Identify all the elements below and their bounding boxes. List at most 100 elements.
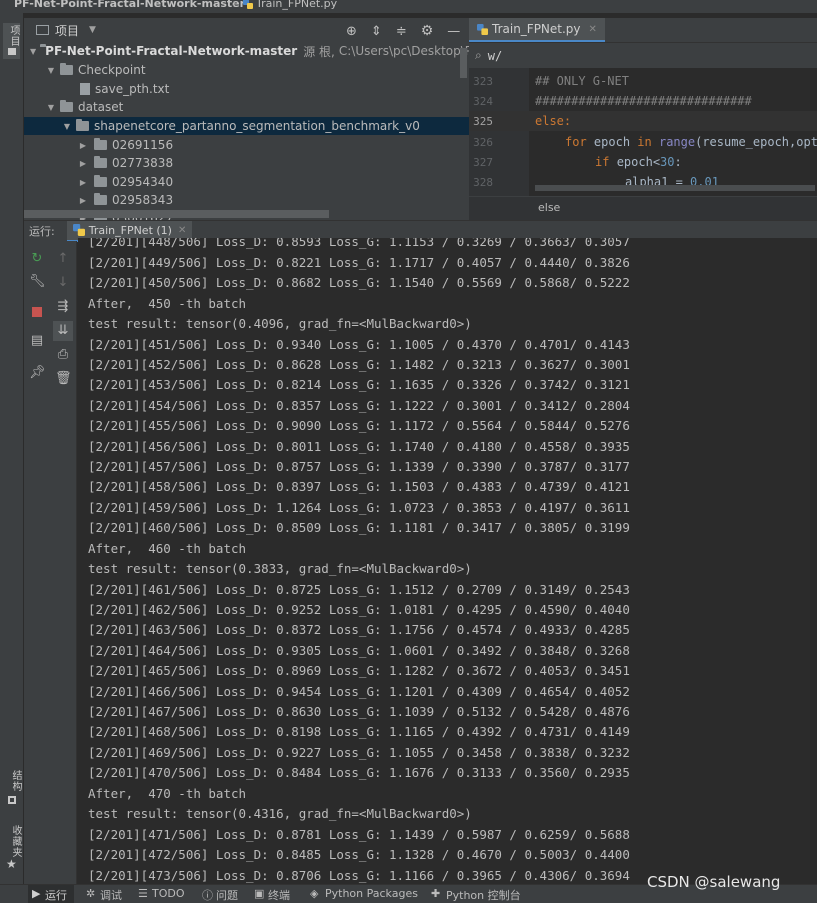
tree-item-checkpoint[interactable]: ▼ Checkpoint — [24, 61, 469, 79]
console-output[interactable]: [2/201][448/506] Loss_D: 0.8593 Loss_G: … — [78, 238, 817, 884]
code-keyword: if — [595, 155, 610, 169]
code-operator: < — [652, 155, 661, 169]
console-line: [2/201][460/506] Loss_D: 0.8509 Loss_G: … — [88, 520, 630, 535]
chevron-down-icon[interactable]: ▼ — [30, 47, 36, 56]
code-line-326[interactable]: 326 for epoch in range(resume_epoch,opt — [469, 132, 817, 152]
title-separator: › — [232, 0, 237, 10]
console-line: After, 450 -th batch — [88, 296, 247, 311]
horizontal-scrollbar[interactable] — [24, 210, 329, 218]
vertical-scrollbar[interactable] — [460, 48, 467, 78]
packages-icon: ◈ — [310, 887, 319, 900]
tree-item-02773838[interactable]: ▶ 02773838 — [24, 154, 469, 172]
editor-scrollbar[interactable] — [535, 185, 815, 191]
tree-item-label: dataset — [78, 100, 124, 114]
code-keyword: for — [565, 135, 587, 149]
favorites-tool-tab[interactable]: 收藏夹 ★ — [3, 823, 21, 873]
python-console-icon: ✚ — [431, 887, 441, 900]
console-line: [2/201][467/506] Loss_D: 0.8630 Loss_G: … — [88, 704, 630, 719]
console-line: [2/201][448/506] Loss_D: 0.8593 Loss_G: … — [88, 238, 630, 249]
tree-item-label: 02958343 — [112, 193, 174, 207]
console-line: [2/201][470/506] Loss_D: 0.8484 Loss_G: … — [88, 765, 630, 780]
editor-tab[interactable]: Train_FPNet.py ✕ — [469, 18, 605, 42]
console-line: [2/201][459/506] Loss_D: 1.1264 Loss_G: … — [88, 500, 630, 515]
tree-item-02691156[interactable]: ▶ 02691156 — [24, 136, 469, 154]
chevron-down-icon[interactable]: ▼ — [89, 25, 96, 35]
todo-tool-tab[interactable]: TODO — [152, 887, 185, 900]
star-icon: ★ — [6, 857, 17, 871]
debug-tool-tab[interactable]: 调试 — [100, 887, 122, 903]
tree-item-dataset[interactable]: ▼ dataset — [24, 98, 469, 116]
code-line-325[interactable]: 325 else: — [469, 111, 817, 131]
layout-icon[interactable]: ▤ — [29, 333, 45, 349]
project-tool-tab[interactable]: 项目 — [3, 23, 20, 59]
code-line-324[interactable]: 324 ############################## — [469, 91, 817, 111]
chevron-down-icon[interactable]: ▼ — [46, 66, 56, 75]
console-line: [2/201][461/506] Loss_D: 0.8725 Loss_G: … — [88, 582, 630, 597]
chevron-down-icon[interactable]: ▼ — [62, 122, 72, 131]
search-input[interactable]: w/ — [488, 49, 502, 63]
expand-all-icon[interactable]: ⇕ — [371, 24, 382, 39]
console-line: test result: tensor(0.4096, grad_fn=<Mul… — [88, 316, 472, 331]
editor-breadcrumb[interactable]: else — [538, 201, 560, 214]
title-project[interactable]: PF-Net-Point-Fractal-Network-master — [14, 0, 245, 10]
stop-icon[interactable] — [29, 304, 45, 320]
code-colon: : — [674, 155, 682, 169]
wrench-icon[interactable]: 🔧︎ — [29, 274, 46, 290]
tree-item-save-pth[interactable]: save_pth.txt — [24, 80, 469, 98]
chevron-right-icon[interactable]: ▶ — [78, 141, 88, 150]
down-arrow-icon[interactable]: ↓ — [55, 275, 71, 291]
chevron-right-icon[interactable]: ▶ — [78, 159, 88, 168]
close-icon[interactable]: ✕ — [589, 24, 597, 35]
code-number: 30 — [660, 155, 675, 169]
tree-item-label: Checkpoint — [78, 63, 146, 77]
tree-item-label: 02954340 — [112, 175, 174, 189]
console-line: [2/201][472/506] Loss_D: 0.8485 Loss_G: … — [88, 847, 630, 862]
line-number: 323 — [473, 74, 493, 88]
chevron-right-icon[interactable]: ▶ — [78, 196, 88, 205]
locate-icon[interactable]: ⊕ — [346, 24, 357, 39]
rerun-icon[interactable]: ↻ — [29, 251, 45, 267]
hide-icon[interactable]: — — [447, 24, 460, 39]
terminal-tool-tab[interactable]: 终端 — [268, 887, 290, 903]
soft-wrap-icon[interactable]: ⇶ — [55, 299, 71, 315]
tree-item-label: 02691156 — [112, 138, 174, 152]
structure-tool-tab[interactable]: 结构 — [3, 768, 21, 808]
code-line-327[interactable]: 327 if epoch<30: — [469, 152, 817, 172]
title-file[interactable]: Train_FPNet.py — [243, 0, 337, 10]
print-icon[interactable]: ⎙ — [55, 347, 71, 363]
scroll-to-end-icon[interactable]: ⇊ — [53, 321, 73, 341]
console-line: [2/201][463/506] Loss_D: 0.8372 Loss_G: … — [88, 622, 630, 637]
problems-tool-tab[interactable]: 问题 — [216, 887, 238, 903]
python-file-icon — [243, 0, 253, 9]
chevron-down-icon[interactable]: ▼ — [46, 103, 56, 112]
run-tool-label: 运行 — [45, 889, 67, 902]
console-line: [2/201][450/506] Loss_D: 0.8682 Loss_G: … — [88, 275, 630, 290]
search-bar: ⌕ w/ — [469, 42, 817, 68]
code-args: (resume_epoch,opt — [695, 135, 817, 149]
tree-item-shapenet[interactable]: ▼ shapenetcore_partanno_segmentation_ben… — [24, 117, 469, 135]
code-comment: ## ONLY G-NET — [535, 74, 629, 88]
gear-icon[interactable]: ⚙ — [421, 23, 434, 39]
tree-item-02954340[interactable]: ▶ 02954340 — [24, 173, 469, 191]
chevron-right-icon[interactable]: ▶ — [78, 178, 88, 187]
python-file-icon — [477, 23, 488, 35]
line-number: 325 — [473, 114, 493, 128]
collapse-all-icon[interactable]: ≑ — [396, 24, 407, 39]
line-number: 327 — [473, 155, 493, 169]
trash-icon[interactable]: 🗑︎ — [55, 371, 72, 387]
pin-icon[interactable]: 📌︎ — [29, 365, 46, 381]
favorites-tool-label: 收藏夹 — [10, 825, 21, 858]
editor-tab-bar: Train_FPNet.py ✕ — [469, 18, 817, 42]
tree-root[interactable]: ▼ PF-Net-Point-Fractal-Network-master 源 … — [24, 42, 469, 60]
python-console-tool-tab[interactable]: Python 控制台 — [446, 887, 521, 903]
up-arrow-icon[interactable]: ↑ — [55, 251, 71, 267]
run-tool-tab[interactable]: ▶ 运行 — [28, 885, 74, 903]
console-line: [2/201][458/506] Loss_D: 0.8397 Loss_G: … — [88, 479, 630, 494]
play-icon: ▶ — [32, 887, 41, 900]
project-view-label[interactable]: 项目 — [55, 22, 79, 39]
close-icon[interactable]: ✕ — [178, 225, 186, 236]
tree-item-02958343[interactable]: ▶ 02958343 — [24, 191, 469, 209]
code-line-323[interactable]: 323 ## ONLY G-NET — [469, 71, 817, 91]
python-packages-tool-tab[interactable]: Python Packages — [325, 887, 418, 900]
tree-item-label: save_pth.txt — [95, 82, 170, 96]
